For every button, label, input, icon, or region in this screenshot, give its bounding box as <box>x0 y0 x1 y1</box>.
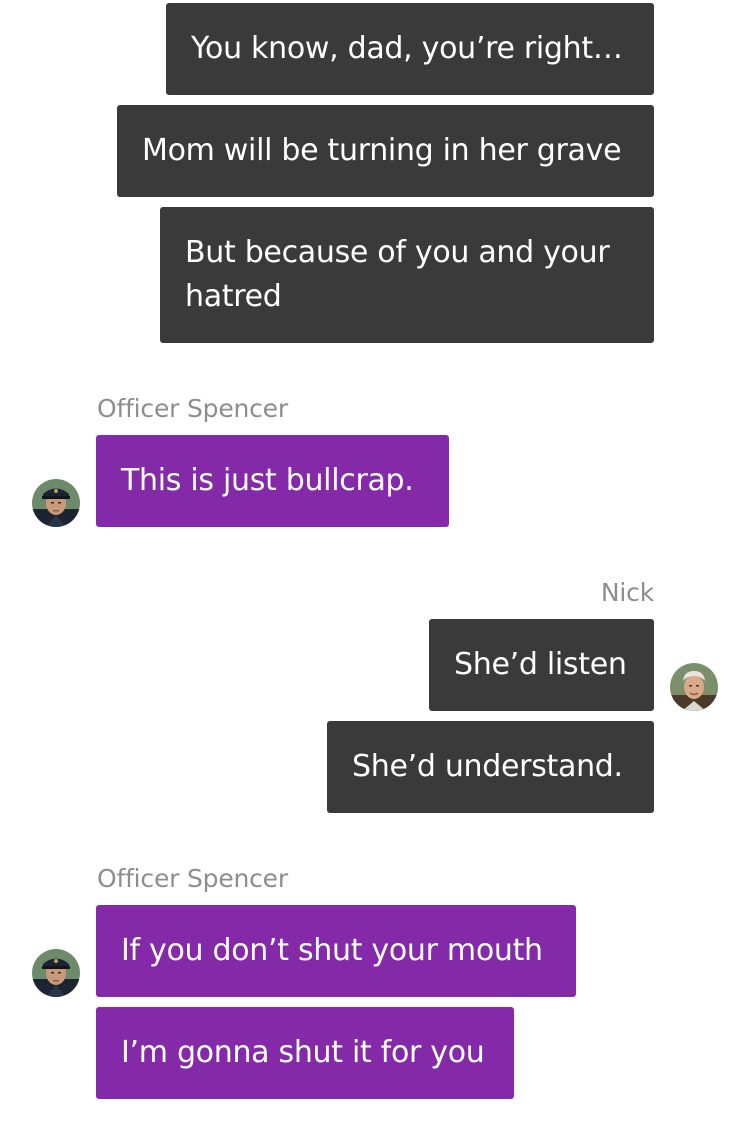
nick-avatar-icon[interactable] <box>670 663 718 711</box>
message-bubble-incoming: If you don’t shut your mouth <box>96 905 576 997</box>
message-bubble-incoming: This is just bullcrap. <box>96 435 449 527</box>
officer-avatar-icon[interactable] <box>32 479 80 527</box>
sender-name: Officer Spencer <box>97 864 288 893</box>
message-bubble-outgoing: You know, dad, you’re right… <box>166 3 654 95</box>
officer-avatar-icon[interactable] <box>32 949 80 997</box>
message-bubble-outgoing: She’d understand. <box>327 721 654 813</box>
message-bubble-outgoing: But because of you and your hatred <box>160 207 654 343</box>
message-bubble-outgoing: Mom will be turning in her grave <box>117 105 654 197</box>
sender-name: Nick <box>600 578 654 607</box>
sender-name: Officer Spencer <box>97 394 288 423</box>
message-bubble-incoming: I’m gonna shut it for you <box>96 1007 514 1099</box>
message-bubble-outgoing: She’d listen <box>429 619 654 711</box>
